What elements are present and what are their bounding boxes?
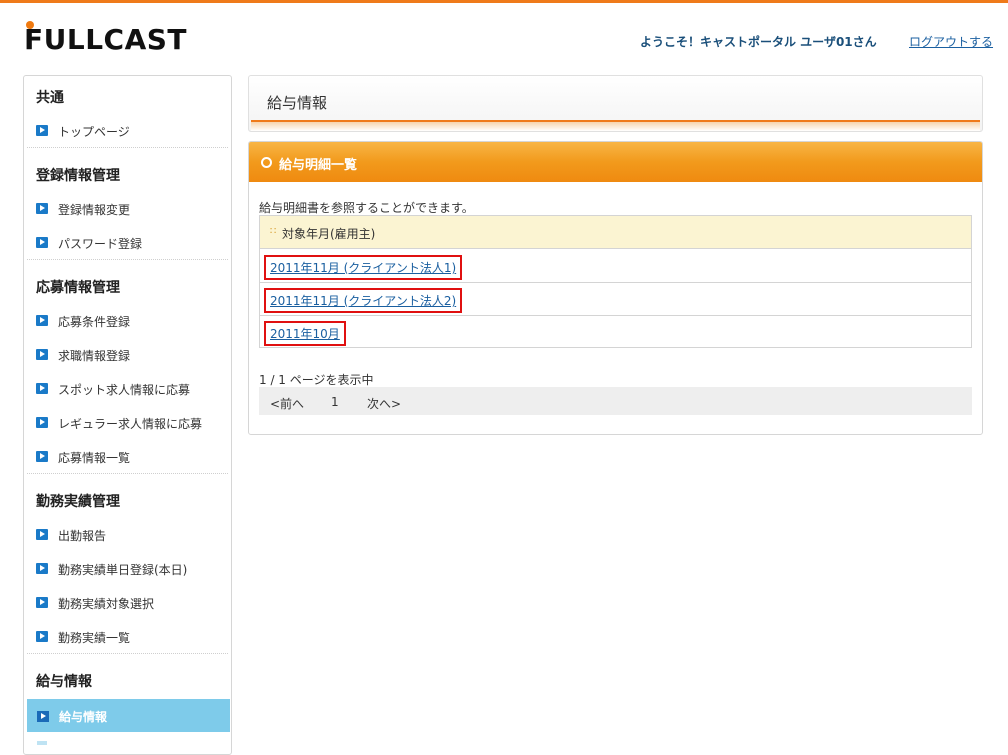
sidebar-item-label: 出勤報告 [58,529,107,543]
sidebar-item-regular-jobs[interactable]: レギュラー求人情報に応募 [36,413,226,433]
page-info: 1 / 1 ページを表示中 [259,373,374,387]
fullcast-logo[interactable]: FULLCAST [24,18,204,58]
list-item: 2011年11月 (クライアント法人2) [260,282,971,316]
sidebar-section-salary: 給与情報 [36,674,92,690]
sidebar-item-label: 給与情報 [59,710,108,724]
sidebar-next-item-partial [37,741,47,745]
divider [27,473,228,474]
salary-slip-link-2011-10[interactable]: 2011年10月 [264,321,346,346]
list-item: 2011年10月 [260,315,971,348]
list-header-label: 対象年月(雇用主) [282,227,376,241]
arrow-right-icon [36,383,48,394]
pager-prev[interactable]: <前へ [270,395,304,412]
arrow-right-icon [36,597,48,608]
panel-header: 給与明細一覧 [249,142,982,182]
sidebar: 共通 トップページ 登録情報管理 登録情報変更 パスワード登録 応募情報管理 応… [23,75,232,755]
pager: <前へ 1 次へ> [259,387,972,415]
sidebar-item-application-list[interactable]: 応募情報一覧 [36,447,226,467]
arrow-right-icon [36,631,48,642]
sidebar-item-label: 応募条件登録 [58,315,131,329]
logo-text: FULLCAST [24,23,188,56]
arrow-right-icon [36,529,48,540]
sidebar-item-salary-info[interactable]: 給与情報 [27,699,230,732]
sidebar-section-application: 応募情報管理 [36,280,120,296]
page-title: 給与情報 [267,94,328,112]
sidebar-section-common: 共通 [36,90,64,106]
divider [27,147,228,148]
top-accent-line [0,0,1008,3]
sidebar-item-record-list[interactable]: 勤務実績一覧 [36,627,226,647]
salary-slip-panel: 給与明細一覧 給与明細書を参照することができます。 ∷ 対象年月(雇用主) 20… [248,141,983,435]
panel-description: 給与明細書を参照することができます。 [259,201,474,215]
sidebar-item-label: パスワード登録 [58,237,143,251]
sidebar-item-label: 勤務実績対象選択 [58,597,155,611]
sidebar-item-registration-change[interactable]: 登録情報変更 [36,199,226,219]
sidebar-item-password[interactable]: パスワード登録 [36,233,226,253]
sidebar-item-top-page[interactable]: トップページ [36,121,226,141]
arrow-right-icon [36,417,48,428]
arrow-right-icon [36,237,48,248]
title-shadow [251,122,980,131]
sidebar-item-label: 応募情報一覧 [58,451,131,465]
sidebar-item-label: トップページ [58,125,130,139]
sidebar-item-label: 登録情報変更 [58,203,131,217]
arrow-right-icon [36,563,48,574]
sidebar-item-job-seeker-info[interactable]: 求職情報登録 [36,345,226,365]
pager-page-1[interactable]: 1 [331,395,339,409]
arrow-right-icon [37,711,49,722]
salary-slip-link-2011-11-client2[interactable]: 2011年11月 (クライアント法人2) [264,288,463,313]
arrow-right-icon [36,203,48,214]
sidebar-item-spot-jobs[interactable]: スポット求人情報に応募 [36,379,226,399]
arrow-right-icon [36,315,48,326]
sidebar-item-label: レギュラー求人情報に応募 [58,417,203,431]
sidebar-item-label: 勤務実績一覧 [58,631,131,645]
sidebar-section-registration: 登録情報管理 [36,168,120,184]
welcome-message: ようこそ！キャストポータル ユーザ01さん [640,35,877,49]
list-item: 2011年11月 (クライアント法人1) [260,249,971,283]
panel-title: 給与明細一覧 [279,158,358,173]
logout-link[interactable]: ログアウトする [909,33,993,50]
salary-slip-list: ∷ 対象年月(雇用主) 2011年11月 (クライアント法人1) 2011年11… [259,215,972,348]
sidebar-item-attendance-report[interactable]: 出勤報告 [36,525,226,545]
divider [27,653,228,654]
pager-next[interactable]: 次へ> [367,395,401,412]
arrow-right-icon [36,349,48,360]
sidebar-item-label: スポット求人情報に応募 [58,383,191,397]
salary-slip-link-2011-11-client1[interactable]: 2011年11月 (クライアント法人1) [264,255,463,280]
arrow-right-icon [36,451,48,462]
sidebar-section-attendance: 勤務実績管理 [36,494,120,510]
sidebar-item-label: 求職情報登録 [58,349,131,363]
arrow-right-icon [36,125,48,136]
page-title-box: 給与情報 [248,75,983,132]
circle-icon [261,157,272,168]
dots-icon: ∷ [270,226,277,237]
sidebar-item-application-conditions[interactable]: 応募条件登録 [36,311,226,331]
list-header: ∷ 対象年月(雇用主) [260,216,971,249]
sidebar-item-record-selection[interactable]: 勤務実績対象選択 [36,593,226,613]
sidebar-item-daily-record[interactable]: 勤務実績単日登録(本日) [36,559,226,579]
sidebar-item-label: 勤務実績単日登録(本日) [58,563,188,577]
divider [27,259,228,260]
